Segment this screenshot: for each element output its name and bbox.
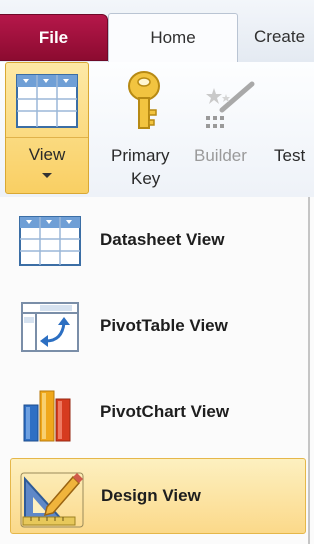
primary-key-label-line1[interactable]: Primary [111,146,170,166]
test-label[interactable]: Test [274,146,305,166]
menu-item-label: PivotChart View [100,402,230,421]
tab-file[interactable]: File [0,14,108,61]
datasheet-view-icon [16,74,78,128]
menu-item-pivotchart-view[interactable]: PivotChart View [10,375,306,451]
pivottable-view-icon [21,302,79,352]
pivotchart-view-icon [23,390,71,442]
tab-create[interactable]: Create [254,13,320,61]
menu-item-label: Design View [101,486,201,505]
view-button[interactable]: View [5,62,89,194]
datasheet-view-icon [19,216,81,266]
ribbon-panel: View Primary Key Builder Test [0,62,314,197]
primary-key-label-line2[interactable]: Key [131,169,160,189]
view-button-label: View [28,145,66,164]
menu-item-design-view[interactable]: Design View [10,458,306,534]
menu-item-datasheet-view[interactable]: Datasheet View [10,203,306,279]
builder-label: Builder [194,146,247,165]
menu-item-pivottable-view[interactable]: PivotTable View [10,289,306,365]
menu-item-label: Datasheet View [100,230,225,249]
builder-wand-icon [206,81,255,128]
ribbon-tab-strip: File Home Create [0,0,314,63]
design-view-icon [20,472,84,528]
view-dropdown-menu: Datasheet View PivotTable View PivotChar… [0,197,314,544]
menu-item-label: PivotTable View [100,316,228,335]
key-icon[interactable] [122,70,166,132]
tab-home[interactable]: Home [108,13,238,62]
menu-border [308,197,310,544]
view-button-divider [6,137,88,138]
chevron-down-icon [42,173,52,178]
